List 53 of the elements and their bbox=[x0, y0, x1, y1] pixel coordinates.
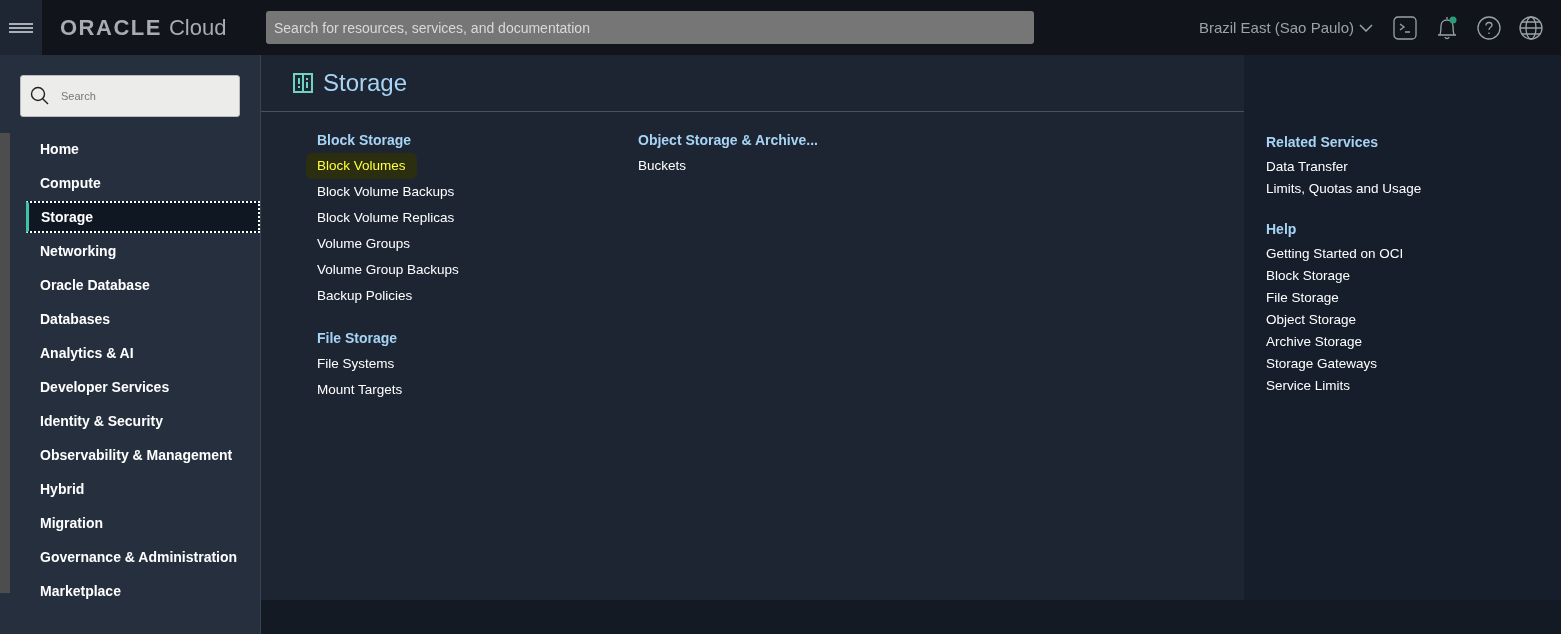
nav-item[interactable]: Compute bbox=[10, 167, 260, 199]
nav-item[interactable]: Developer Services bbox=[10, 371, 260, 403]
nav-item[interactable]: Governance & Administration bbox=[10, 541, 260, 573]
nav-item[interactable]: Oracle Database bbox=[10, 269, 260, 301]
nav-item[interactable]: Storage bbox=[26, 201, 260, 233]
help-link[interactable]: Data Transfer bbox=[1266, 156, 1348, 178]
nav-item[interactable]: Migration bbox=[10, 507, 260, 539]
nav-item[interactable]: Analytics & AI bbox=[10, 337, 260, 369]
menu-icon bbox=[9, 22, 33, 33]
help-link[interactable]: Block Storage bbox=[1266, 265, 1351, 287]
service-link[interactable]: Buckets bbox=[638, 153, 687, 179]
help-link[interactable]: Storage Gateways bbox=[1266, 353, 1378, 375]
global-search-field[interactable]: Search for resources, services, and documentation bbox=[266, 11, 1034, 44]
service-link[interactable]: Block Volume Backups bbox=[317, 179, 455, 205]
service-link[interactable]: Backup Policies bbox=[317, 283, 413, 309]
help-icon[interactable] bbox=[1477, 15, 1501, 40]
help-link[interactable]: File Storage bbox=[1266, 287, 1339, 309]
service-link[interactable]: File Systems bbox=[317, 351, 395, 377]
nav-item[interactable]: Observability & Management bbox=[10, 439, 260, 471]
section-heading: File Storage bbox=[317, 329, 399, 348]
scrollbar[interactable] bbox=[0, 133, 10, 593]
nav-item[interactable]: Marketplace bbox=[10, 575, 260, 607]
service-link[interactable]: Block Volume Replicas bbox=[317, 205, 455, 231]
nav-item[interactable]: Databases bbox=[10, 303, 260, 335]
service-link[interactable]: Volume Groups bbox=[317, 231, 411, 257]
menu-button[interactable] bbox=[0, 0, 42, 55]
service-link[interactable]: Volume Group Backups bbox=[317, 257, 459, 283]
logo-wordmark: ORACLE bbox=[60, 14, 162, 41]
nav-item[interactable]: Identity & Security bbox=[10, 405, 260, 437]
service-link[interactable]: Block Volumes bbox=[306, 153, 417, 179]
section-heading: Related Services bbox=[1266, 133, 1380, 152]
region-selector[interactable]: Brazil East (Sao Paulo) bbox=[1198, 19, 1373, 36]
page-title: Storage bbox=[323, 69, 408, 97]
sidebar-search-field[interactable]: Search bbox=[20, 75, 240, 117]
nav-item[interactable]: Networking bbox=[10, 235, 260, 267]
section-heading: Object Storage & Archive... bbox=[638, 131, 819, 150]
nav-item[interactable]: Home bbox=[10, 133, 260, 165]
logo-product-name: Cloud bbox=[168, 14, 227, 41]
chevron-down-icon bbox=[1359, 23, 1373, 32]
section-heading: Block Storage bbox=[317, 131, 413, 150]
help-link[interactable]: Object Storage bbox=[1266, 309, 1357, 331]
help-link[interactable]: Archive Storage bbox=[1266, 331, 1363, 353]
help-link[interactable]: Service Limits bbox=[1266, 375, 1351, 397]
bell-icon[interactable] bbox=[1435, 14, 1459, 41]
help-link[interactable]: Limits, Quotas and Usage bbox=[1266, 178, 1422, 200]
service-link[interactable]: Mount Targets bbox=[317, 377, 403, 403]
globe-icon[interactable] bbox=[1519, 15, 1543, 40]
storage-icon bbox=[293, 73, 313, 93]
help-link[interactable]: Getting Started on OCI bbox=[1266, 243, 1404, 265]
section-heading: Help bbox=[1266, 220, 1298, 239]
search-icon bbox=[30, 86, 50, 106]
terminal-icon[interactable] bbox=[1393, 15, 1417, 40]
nav-item[interactable]: Hybrid bbox=[10, 473, 260, 505]
